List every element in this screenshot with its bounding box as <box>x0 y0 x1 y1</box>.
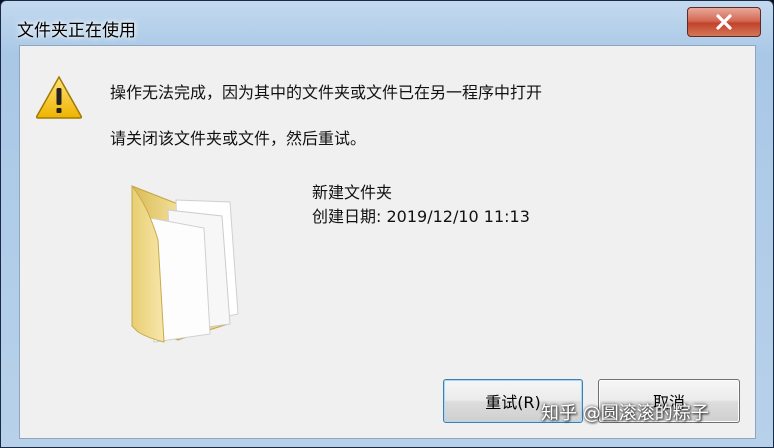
file-created-date: 创建日期: 2019/12/10 11:13 <box>312 207 530 226</box>
close-x-icon <box>716 14 732 30</box>
folder-icon <box>131 184 239 343</box>
dialog-window: 文件夹正在使用 操作无法完成，因为其中的文件夹或文件已在另一程序中打开 请关闭该… <box>0 0 774 448</box>
title-bar[interactable]: 文件夹正在使用 <box>1 1 773 45</box>
dialog-title: 文件夹正在使用 <box>17 21 136 41</box>
watermark: 知乎 @圆滚滚的粽子 <box>541 403 709 424</box>
instruction-message: 请关闭该文件夹或文件，然后重试。 <box>110 129 367 148</box>
file-name: 新建文件夹 <box>312 183 393 202</box>
warning-triangle-icon <box>35 75 83 119</box>
error-message: 操作无法完成，因为其中的文件夹或文件已在另一程序中打开 <box>110 83 543 102</box>
dialog-content: 操作无法完成，因为其中的文件夹或文件已在另一程序中打开 请关闭该文件夹或文件，然… <box>19 45 756 439</box>
close-button[interactable] <box>687 7 761 37</box>
